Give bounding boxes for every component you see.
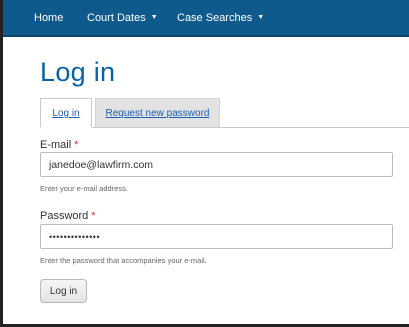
nav-court-dates-label: Court Dates xyxy=(87,12,146,24)
required-marker: * xyxy=(74,139,79,151)
password-field[interactable] xyxy=(40,224,393,249)
nav-home[interactable]: Home xyxy=(34,11,63,25)
required-marker: * xyxy=(91,210,96,222)
nav-case-searches-label: Case Searches xyxy=(177,12,253,24)
email-help-text: Enter your e-mail address. xyxy=(40,184,128,193)
tab-request-new-password[interactable]: Request new password xyxy=(95,98,220,127)
nav-case-searches[interactable]: Case Searches ▼ xyxy=(177,11,264,25)
caret-down-icon: ▼ xyxy=(150,14,158,21)
password-label-text: Password xyxy=(40,210,89,222)
log-in-button[interactable]: Log in xyxy=(40,279,87,303)
email-label-text: E-mail xyxy=(40,139,72,151)
email-label: E-mail * xyxy=(40,139,78,152)
tab-log-in[interactable]: Log in xyxy=(40,98,92,128)
password-label: Password * xyxy=(40,210,96,223)
top-navbar: Home Court Dates ▼ Case Searches ▼ xyxy=(3,0,409,37)
page-title: Log in xyxy=(40,57,116,87)
email-field[interactable] xyxy=(40,152,393,177)
tabs-divider xyxy=(40,127,409,128)
caret-down-icon: ▼ xyxy=(257,14,265,21)
nav-court-dates[interactable]: Court Dates ▼ xyxy=(87,11,158,25)
password-help-text: Enter the password that accompanies your… xyxy=(40,256,207,265)
